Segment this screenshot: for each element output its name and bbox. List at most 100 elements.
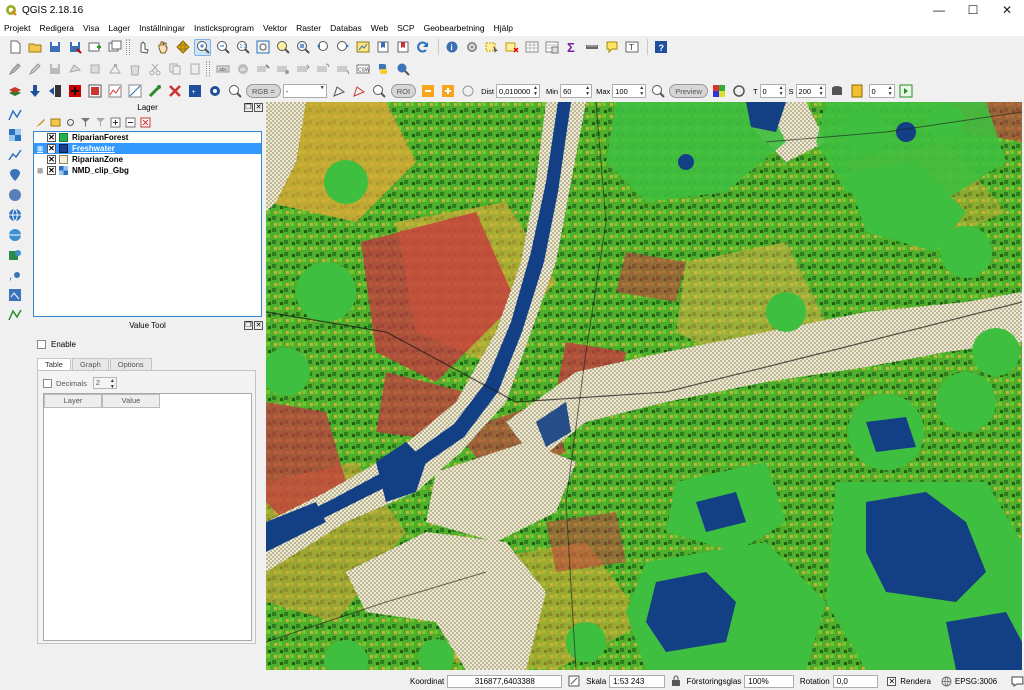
toolbar-grip[interactable] <box>126 39 130 55</box>
preview-zoom-icon[interactable] <box>649 83 666 100</box>
layer-row[interactable]: ⊞ ✕ NMD_clip_Gbg <box>34 165 261 176</box>
new-map-view-icon[interactable] <box>354 39 371 56</box>
identify-features-icon[interactable]: i <box>443 39 460 56</box>
select-features-icon[interactable] <box>483 39 500 56</box>
add-vector-layer-icon[interactable] <box>5 106 25 123</box>
rgb-combobox[interactable]: - ▼ <box>282 84 327 98</box>
max-input[interactable]: 100 ▲ ▼ <box>612 84 647 98</box>
menu-visa[interactable]: Visa <box>83 23 99 33</box>
messages-icon[interactable] <box>1011 676 1024 687</box>
scp-settings-icon[interactable] <box>206 83 223 100</box>
layer-labeling-icon[interactable]: ab <box>234 61 251 78</box>
csw-icon[interactable]: CSW <box>354 61 371 78</box>
preview-color-icon[interactable] <box>711 83 728 100</box>
menu-raster[interactable]: Raster <box>296 23 321 33</box>
layer-row[interactable]: ✕ RiparianZone <box>34 154 261 165</box>
refresh-icon[interactable] <box>414 39 431 56</box>
column-header-layer[interactable]: Layer <box>44 394 102 408</box>
scp-spectral-plot-icon[interactable] <box>106 83 123 100</box>
map-render[interactable] <box>266 102 1022 670</box>
minimize-button[interactable]: — <box>922 0 956 20</box>
zoom-in-icon[interactable] <box>194 38 211 56</box>
statistical-summary-icon[interactable]: Σ <box>563 39 580 56</box>
run-feature-action-icon[interactable] <box>463 39 480 56</box>
add-postgis-layer-icon[interactable] <box>5 146 25 163</box>
render-checkbox[interactable]: ✕ <box>887 676 897 686</box>
scp-basic-tools-icon[interactable] <box>86 83 103 100</box>
label-tool-icon[interactable]: abc <box>214 61 231 78</box>
zoom-last-icon[interactable] <box>314 39 331 56</box>
zoom-next-icon[interactable] <box>334 39 351 56</box>
remove-layer-icon[interactable] <box>140 117 151 128</box>
scp-download-icon[interactable] <box>26 83 43 100</box>
layer-visibility-checkbox[interactable]: ✕ <box>47 155 56 164</box>
scp-tools-icon[interactable] <box>146 83 163 100</box>
zoom-full-icon[interactable] <box>254 39 271 56</box>
roi-options-icon[interactable] <box>419 83 436 100</box>
min-input[interactable]: 60 ▲ ▼ <box>560 84 593 98</box>
float-panel-icon[interactable]: ❐ <box>244 321 253 330</box>
add-delimited-text-icon[interactable]: , <box>5 266 25 283</box>
change-label-icon[interactable] <box>334 61 351 78</box>
manage-themes-icon[interactable] <box>65 117 76 128</box>
scp-band-set-icon[interactable] <box>66 83 83 100</box>
node-tool-icon[interactable] <box>106 61 123 78</box>
add-spatialite-layer-icon[interactable] <box>5 166 25 183</box>
python-console-icon[interactable] <box>374 61 391 78</box>
temp-raster-icon[interactable] <box>829 83 846 100</box>
add-mssql-layer-icon[interactable] <box>5 186 25 203</box>
scp-preprocessing-icon[interactable] <box>46 83 63 100</box>
layer-row[interactable]: ✕ RiparianForest <box>34 132 261 143</box>
roi-display[interactable]: ROI <box>390 84 417 98</box>
enable-checkbox[interactable]: Enable <box>37 340 76 349</box>
menu-insticksprogram[interactable]: Insticksprogram <box>194 23 254 33</box>
save-project-icon[interactable] <box>46 39 63 56</box>
menu-hjalp[interactable]: Hjälp <box>494 23 513 33</box>
measure-line-icon[interactable] <box>583 39 600 56</box>
roi-redo-icon[interactable] <box>459 83 476 100</box>
zoom-to-selection-icon[interactable] <box>274 39 291 56</box>
menu-projekt[interactable]: Projekt <box>4 23 30 33</box>
crs-label[interactable]: EPSG:3006 <box>955 677 997 686</box>
t-input[interactable]: 0 ▲ ▼ <box>759 84 786 98</box>
tab-graph[interactable]: Graph <box>71 358 109 370</box>
zoom-actual-size-icon[interactable]: 1:1 <box>234 39 251 56</box>
pan-to-selection-icon[interactable] <box>174 39 191 56</box>
scale-combobox[interactable]: 1:53 243 <box>609 674 665 688</box>
class-signature-icon[interactable] <box>849 83 866 100</box>
rgb-display[interactable]: RGB = <box>246 84 281 98</box>
coordinate-field[interactable]: 316877,6403388 <box>447 674 563 688</box>
s-input[interactable]: 200 ▲ ▼ <box>795 84 826 98</box>
zoom-out-icon[interactable] <box>214 39 231 56</box>
layer-row-selected[interactable]: ⊞ ✕ Freshwater <box>34 143 261 154</box>
toggle-editing-icon[interactable] <box>26 61 43 78</box>
add-group-icon[interactable] <box>50 117 61 128</box>
filter-legend-icon[interactable] <box>80 117 91 128</box>
scp-scatter-plot-icon[interactable] <box>126 83 143 100</box>
text-annotation-icon[interactable]: T <box>623 39 640 56</box>
add-raster-layer-icon[interactable] <box>5 126 25 143</box>
scp-zoom-icon[interactable] <box>226 83 243 100</box>
current-edits-icon[interactable] <box>6 61 23 78</box>
expand-icon[interactable]: ⊞ <box>36 145 44 153</box>
decimals-spinbox[interactable]: 2 ▲ ▼ <box>92 377 117 390</box>
add-virtual-layer-icon[interactable] <box>5 286 25 303</box>
add-wms-layer-icon[interactable] <box>5 206 25 223</box>
new-print-composer-icon[interactable] <box>86 39 103 56</box>
menu-installningar[interactable]: Inställningar <box>139 23 185 33</box>
scp-layers-icon[interactable] <box>6 83 23 100</box>
maximize-button[interactable]: ☐ <box>956 0 990 20</box>
menu-vektor[interactable]: Vektor <box>263 23 287 33</box>
enable-checkbox-box[interactable] <box>37 340 46 349</box>
tab-table[interactable]: Table <box>37 358 71 370</box>
preview-display[interactable]: Preview <box>669 84 708 98</box>
new-shapefile-icon[interactable] <box>5 306 25 323</box>
menu-lager[interactable]: Lager <box>108 23 130 33</box>
decimals-checkbox-box[interactable] <box>43 378 52 388</box>
add-feature-icon[interactable] <box>66 61 83 78</box>
scp-band-calc-icon[interactable]: + <box>186 83 203 100</box>
deselect-features-icon[interactable] <box>503 39 520 56</box>
roi-zoom-icon[interactable] <box>371 83 388 100</box>
style-manager-icon[interactable] <box>35 117 46 128</box>
move-feature-icon[interactable] <box>86 61 103 78</box>
